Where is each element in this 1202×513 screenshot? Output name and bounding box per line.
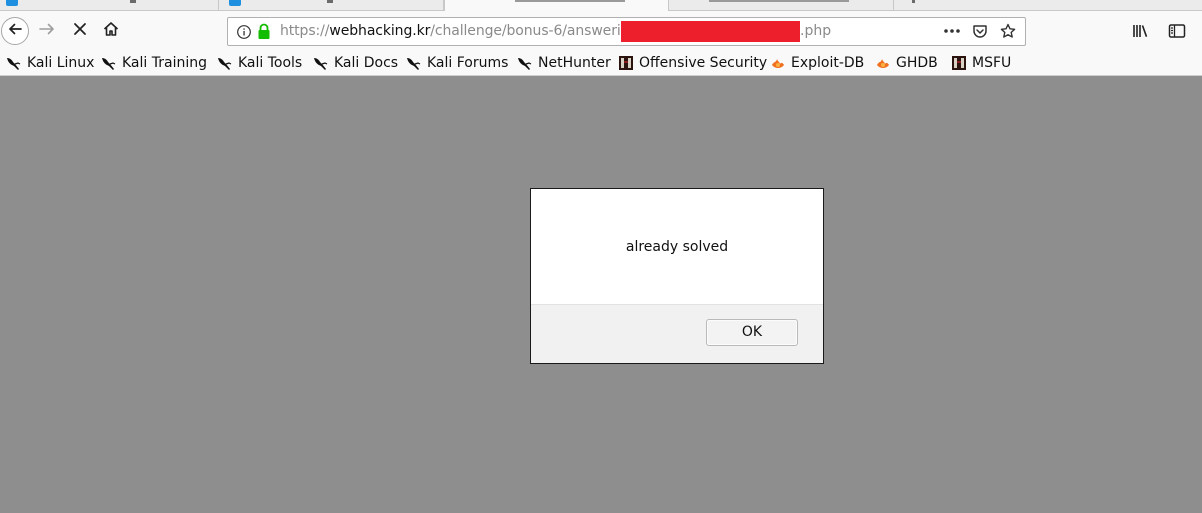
bookmark-label: Kali Tools [238,55,303,71]
url-path: /challenge/bonus-6/answerip/ [430,23,635,39]
bookmark-label: Kali Linux [27,55,95,71]
url-suffix: .php [800,23,832,39]
bookmark-label: Exploit-DB [791,55,865,71]
bookmarks-toolbar: Kali Linux Kali Training Kali Tools Kali Do… [0,51,1202,76]
offsec-icon [951,55,967,71]
alert-message: already solved [625,239,729,255]
tab-5[interactable] [894,0,1202,11]
lock-icon[interactable] [257,23,271,40]
redaction-box [621,21,800,42]
bookmark-label: Kali Training [122,55,207,71]
bookmark-item[interactable]: GHDB [875,53,938,73]
back-button[interactable] [1,17,29,45]
url-domain: webhacking.kr [329,23,431,39]
webhacking-favicon [6,0,18,6]
kali-dragon-icon [406,55,422,71]
url-bar[interactable]: https://webhacking.kr/challenge/bonus-6/… [227,17,1026,46]
bookmark-item[interactable]: NetHunter [517,53,611,73]
bookmark-label: Kali Forums [427,55,509,71]
alert-dialog: already solved OK [530,188,824,364]
bookmark-item[interactable]: Exploit-DB [770,53,864,73]
webhacking-favicon [229,0,241,6]
stop-button[interactable] [68,19,92,43]
tab-title-fragment [912,0,915,3]
exploitdb-icon [875,55,891,71]
kali-dragon-icon [313,55,329,71]
exploitdb-icon [770,55,786,71]
page-action-icons [943,22,1017,40]
ellipsis-icon[interactable] [943,22,961,40]
bookmark-label: Kali Docs [334,55,399,71]
home-icon [102,20,120,42]
pocket-icon[interactable] [971,22,989,40]
url-text[interactable]: https://webhacking.kr/challenge/bonus-6/… [280,23,634,39]
bookmark-item[interactable]: Kali Forums [406,53,508,73]
bookmark-item[interactable]: Kali Docs [313,53,398,73]
tab-strip [0,0,1202,11]
home-button[interactable] [99,19,123,43]
bookmark-item[interactable]: MSFU [951,53,1011,73]
close-icon [72,21,88,41]
tab-title-fragment [327,0,333,3]
tab-4[interactable] [669,0,894,11]
kali-dragon-icon [517,55,533,71]
forward-button[interactable] [35,19,59,43]
kali-dragon-icon [6,55,22,71]
alert-footer: OK [531,304,823,363]
bookmark-label: Offensive Security [639,55,768,71]
arrow-right-icon [38,21,56,41]
star-icon[interactable] [999,22,1017,40]
tab-active[interactable] [444,0,669,11]
tab-title-fragment [515,0,625,2]
tab-title-fragment [709,0,849,2]
arrow-left-icon [7,21,23,41]
toolbar-right-buttons [1130,19,1188,43]
bookmark-item[interactable]: Kali Linux [6,53,94,73]
bookmark-item[interactable]: Kali Training [101,53,207,73]
offsec-icon [618,55,634,71]
bookmark-label: MSFU [972,55,1012,71]
info-icon[interactable] [236,24,252,40]
navigation-toolbar: https://webhacking.kr/challenge/bonus-6/… [0,11,1202,51]
bookmark-item[interactable]: Kali Tools [217,53,302,73]
bookmark-label: GHDB [896,55,938,71]
tab-title-fragment [130,0,136,3]
bookmark-item[interactable]: Offensive Security [618,53,767,73]
kali-dragon-icon [217,55,233,71]
tab-2[interactable] [219,0,444,11]
ok-button[interactable]: OK [706,319,798,346]
kali-dragon-icon [101,55,117,71]
library-icon[interactable] [1130,19,1152,43]
sidebar-icon[interactable] [1166,19,1188,43]
bookmark-label: NetHunter [538,55,611,71]
tab-1[interactable] [0,0,219,11]
url-scheme: https:// [280,23,330,39]
